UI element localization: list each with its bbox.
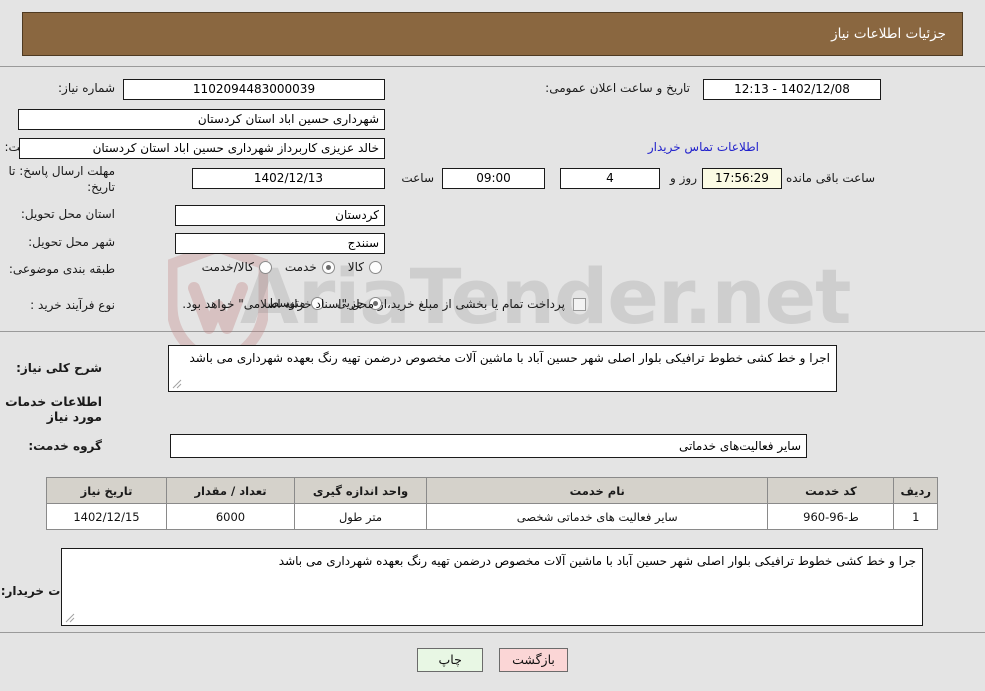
- back-button[interactable]: بازگشت: [499, 648, 568, 672]
- deadline-days-field[interactable]: 4: [560, 168, 660, 189]
- resize-grip-icon[interactable]: [65, 613, 75, 623]
- creator-field[interactable]: خالد عزیزی کاربرداز شهرداری حسین اباد اس…: [19, 138, 385, 159]
- city-label-wrap: شهر محل تحویل:: [28, 234, 115, 250]
- action-button-bar: بازگشت چاپ: [0, 648, 985, 672]
- buyer-notes-text: جرا و خط کشی خطوط ترافیکی بلوار اصلی شهر…: [278, 554, 916, 568]
- province-label-wrap: استان محل تحویل:: [21, 206, 115, 222]
- need-info-panel: [0, 66, 985, 332]
- col-service-code: کد خدمت: [767, 477, 895, 504]
- print-button[interactable]: چاپ: [417, 648, 484, 672]
- description-label: شرح کلی نیاز:: [16, 361, 102, 375]
- page-root: AriaTender.net جزئیات اطلاعات نیاز شماره…: [0, 0, 985, 691]
- treasury-docs-label: پرداخت تمام یا بخشی از مبلغ خرید،از محل …: [182, 297, 565, 311]
- category-option-label-2: کالا/خدمت: [201, 260, 254, 274]
- deadline-days-label: روز و: [670, 171, 697, 185]
- purchase-type-label: نوع فرآیند خرید :: [30, 298, 115, 312]
- need-number-label: شماره نیاز:: [58, 81, 115, 95]
- announce-datetime-label: تاریخ و ساعت اعلان عمومی:: [545, 81, 690, 95]
- category-label-wrap: طبقه بندی موضوعی:: [9, 261, 115, 277]
- service-group-label: گروه خدمت:: [28, 439, 102, 453]
- page-title: جزئیات اطلاعات نیاز: [831, 26, 946, 42]
- services-section-title: اطلاعات خدمات مورد نیاز: [5, 394, 102, 424]
- col-need-date: تاریخ نیاز: [46, 477, 167, 504]
- category-option-label-0: کالا: [347, 260, 364, 274]
- resize-grip-icon[interactable]: [172, 379, 182, 389]
- category-label: طبقه بندی موضوعی:: [8, 262, 115, 276]
- delivery-city-label: شهر محل تحویل:: [28, 235, 115, 249]
- description-text: اجرا و خط کشی خطوط ترافیکی بلوار اصلی شه…: [189, 351, 830, 365]
- service-group-field[interactable]: سایر فعالیت‌های خدماتی: [170, 434, 807, 458]
- remaining-time-label: ساعت باقی مانده: [785, 171, 875, 185]
- category-radio-kala[interactable]: [369, 260, 382, 274]
- category-option-label-1: خدمت: [284, 260, 317, 274]
- deadline-label-wrap: مهلت ارسال پاسخ: تا تاریخ:: [5, 163, 115, 195]
- table-header-row: ردیف کد خدمت نام خدمت واحد اندازه گیری ت…: [46, 477, 938, 504]
- deadline-time-label: ساعت: [401, 171, 434, 185]
- table-row[interactable]: 1 ط-96-960 سایر فعالیت های خدماتی شخصی م…: [46, 503, 938, 530]
- category-radio-khedmat[interactable]: [321, 260, 335, 274]
- category-radio-group: کالا خدمت کالا/خدمت: [192, 260, 385, 274]
- cell-unit: متر طول: [294, 503, 427, 530]
- announce-datetime-label-wrap: تاریخ و ساعت اعلان عمومی:: [545, 80, 690, 96]
- services-table: ردیف کد خدمت نام خدمت واحد اندازه گیری ت…: [46, 477, 938, 530]
- cell-need-date: 1402/12/15: [46, 503, 167, 530]
- delivery-city-field[interactable]: سنندج: [175, 233, 385, 254]
- col-row-no: ردیف: [893, 477, 938, 504]
- delivery-province-label: استان محل تحویل:: [20, 207, 115, 221]
- buyer-notes-textarea[interactable]: جرا و خط کشی خطوط ترافیکی بلوار اصلی شهر…: [61, 548, 923, 626]
- deadline-time-field[interactable]: 09:00: [442, 168, 545, 189]
- need-number-field[interactable]: 1102094483000039: [123, 79, 385, 100]
- cell-row-no: 1: [893, 503, 938, 530]
- category-radio-kala-khedmat[interactable]: [258, 260, 272, 274]
- cell-quantity: 6000: [166, 503, 295, 530]
- cell-service-name: سایر فعالیت های خدماتی شخصی: [425, 503, 769, 530]
- col-quantity: تعداد / مقدار: [166, 477, 295, 504]
- treasury-checkbox-wrap: پرداخت تمام یا بخشی از مبلغ خرید،از محل …: [182, 296, 590, 312]
- col-service-name: نام خدمت: [425, 477, 769, 504]
- description-textarea[interactable]: اجرا و خط کشی خطوط ترافیکی بلوار اصلی شه…: [168, 345, 837, 392]
- countdown-timer-field: 17:56:29: [702, 168, 782, 189]
- deadline-date-field[interactable]: 1402/12/13: [192, 168, 385, 189]
- treasury-docs-checkbox[interactable]: [573, 297, 586, 311]
- page-header: جزئیات اطلاعات نیاز: [22, 12, 963, 56]
- buyer-org-field[interactable]: شهرداری حسین اباد استان کردستان: [18, 109, 385, 130]
- buyer-contact-link[interactable]: اطلاعات تماس خریدار: [648, 140, 759, 154]
- need-number-label-wrap: شماره نیاز:: [58, 80, 115, 96]
- delivery-province-field[interactable]: کردستان: [175, 205, 385, 226]
- cell-service-code: ط-96-960: [767, 503, 895, 530]
- deadline-label: مهلت ارسال پاسخ: تا تاریخ:: [8, 164, 115, 195]
- announce-datetime-field[interactable]: 1402/12/08 - 12:13: [703, 79, 881, 100]
- col-unit: واحد اندازه گیری: [294, 477, 427, 504]
- purchase-type-label-wrap: نوع فرآیند خرید :: [30, 297, 115, 313]
